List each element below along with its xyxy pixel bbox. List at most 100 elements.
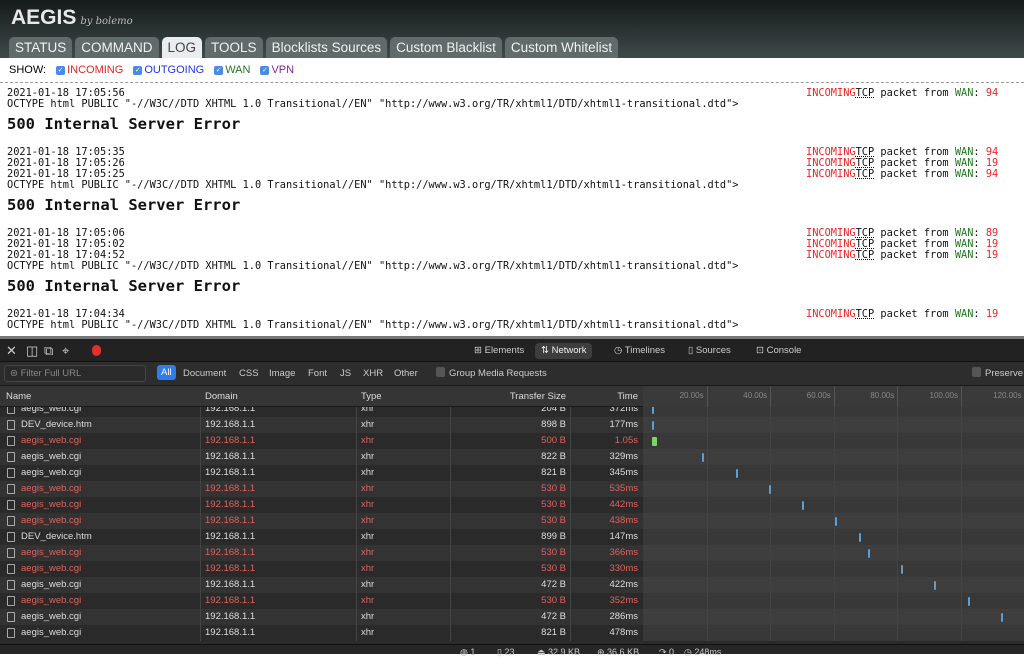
tab-custom-whitelist[interactable]: Custom Whitelist — [504, 37, 619, 58]
timing-bar[interactable] — [901, 565, 904, 574]
file-icon — [7, 500, 15, 510]
timing-bar[interactable] — [652, 437, 658, 446]
col-type[interactable]: Type — [361, 391, 382, 402]
timing-bar[interactable] — [1000, 613, 1003, 622]
undock-icon[interactable]: ⧉ — [44, 343, 53, 359]
request-row[interactable]: aegis_web.cgi 192.168.1.1 xhr 821 B 478ms — [0, 625, 1024, 641]
request-row[interactable]: aegis_web.cgi 192.168.1.1 xhr 500 B 1.05s — [0, 433, 1024, 449]
timing-bar[interactable] — [652, 421, 655, 430]
filter-wan[interactable]: ✓ WAN — [214, 64, 250, 76]
grid-line — [897, 561, 899, 577]
grid-line — [897, 465, 899, 481]
devtools-tab-console[interactable]: ⊡ Console — [750, 343, 807, 359]
devtools-tab-elements[interactable]: ⊞ Elements — [468, 343, 530, 359]
request-time: 1.05s — [614, 435, 638, 446]
dock-icon[interactable]: ◫ — [26, 343, 38, 359]
tick-line — [833, 386, 835, 407]
request-row[interactable]: aegis_web.cgi 192.168.1.1 xhr 822 B 329ms — [0, 449, 1024, 465]
entry-mid: packet from — [874, 168, 955, 180]
devtools-tab-timelines[interactable]: ◷ Timelines — [608, 343, 671, 359]
tab-blocklists-sources[interactable]: Blocklists Sources — [265, 37, 388, 58]
request-size: 899 B — [541, 531, 566, 542]
column-divider — [450, 449, 451, 465]
col-time[interactable]: Time — [570, 391, 638, 402]
request-row[interactable]: aegis_web.cgi 192.168.1.1 xhr 204 B 372ms — [0, 407, 1024, 417]
checkbox-icon[interactable]: ✓ — [56, 65, 66, 75]
column-divider — [200, 417, 201, 433]
request-domain: 192.168.1.1 — [205, 499, 256, 510]
timing-bar[interactable] — [859, 533, 862, 542]
type-filter-js[interactable]: JS — [340, 368, 351, 379]
tab-command[interactable]: COMMAND — [75, 37, 159, 58]
column-divider — [356, 465, 357, 481]
request-name: aegis_web.cgi — [21, 595, 82, 606]
tab-custom-blacklist[interactable]: Custom Blacklist — [390, 37, 502, 58]
filter-url-input[interactable]: ⊜ Filter Full URL — [4, 365, 146, 382]
timing-bar[interactable] — [867, 549, 870, 558]
tab-log[interactable]: LOG — [161, 37, 203, 58]
request-list: aegis_web.cgi 192.168.1.1 xhr 204 B 372ms DEV… — [0, 407, 1024, 644]
grid-line — [833, 465, 835, 481]
tab-status[interactable]: STATUS — [9, 37, 73, 58]
timing-bar[interactable] — [735, 469, 738, 478]
col-name[interactable]: Name — [6, 391, 31, 402]
grid-line — [961, 407, 962, 417]
type-filter-document[interactable]: Document — [183, 368, 226, 379]
crosshair-icon[interactable]: ⌖ — [62, 343, 69, 359]
request-row[interactable]: aegis_web.cgi 192.168.1.1 xhr 472 B 422ms — [0, 577, 1024, 593]
timing-bar[interactable] — [701, 453, 704, 462]
request-name: aegis_web.cgi — [21, 407, 82, 414]
request-type: xhr — [361, 435, 375, 446]
request-row[interactable]: aegis_web.cgi 192.168.1.1 xhr 530 B 366ms — [0, 545, 1024, 561]
timing-bar[interactable] — [768, 485, 771, 494]
devtools-tab-network[interactable]: ⇅ Network — [535, 343, 593, 359]
request-row[interactable]: DEV_device.htm 192.168.1.1 xhr 898 B 177ms — [0, 417, 1024, 433]
col-transfer-size[interactable]: Transfer Size — [450, 391, 566, 402]
request-row[interactable]: aegis_web.cgi 192.168.1.1 xhr 530 B 330ms — [0, 561, 1024, 577]
checkbox-icon[interactable]: ✓ — [214, 65, 224, 75]
close-icon[interactable]: ✕ — [6, 343, 17, 359]
filter-incoming[interactable]: ✓ INCOMING — [56, 64, 123, 76]
log-doctype: OCTYPE html PUBLIC "-//W3C//DTD XHTML 1.… — [7, 260, 739, 272]
type-filter-other[interactable]: Other — [394, 368, 418, 379]
error-indicator-icon[interactable] — [92, 345, 101, 356]
group-media-checkbox[interactable] — [436, 367, 445, 377]
checkbox-icon[interactable]: ✓ — [133, 65, 143, 75]
type-filter-css[interactable]: CSS — [239, 368, 259, 379]
type-filter-image[interactable]: Image — [269, 368, 295, 379]
request-row[interactable]: DEV_device.htm 192.168.1.1 xhr 899 B 147ms — [0, 529, 1024, 545]
type-filter-xhr[interactable]: XHR — [363, 368, 383, 379]
preserve-checkbox[interactable] — [972, 367, 981, 377]
filter-label: VPN — [271, 64, 295, 76]
timing-bar[interactable] — [652, 407, 655, 414]
timing-bar[interactable] — [801, 501, 804, 510]
log-entry: INCOMINGTCP packet from WAN: 94 — [806, 88, 998, 99]
request-row[interactable]: aegis_web.cgi 192.168.1.1 xhr 530 B 535ms — [0, 481, 1024, 497]
column-divider — [356, 577, 357, 593]
timing-bar[interactable] — [934, 581, 937, 590]
request-time: 478ms — [609, 627, 638, 638]
request-row[interactable]: aegis_web.cgi 192.168.1.1 xhr 530 B 438ms — [0, 513, 1024, 529]
timing-bar[interactable] — [834, 517, 837, 526]
devtools-tab-sources[interactable]: ▯ Sources — [682, 343, 737, 359]
filter-outgoing[interactable]: ✓ OUTGOING — [133, 64, 204, 76]
filter-vpn[interactable]: ✓ VPN — [260, 64, 294, 76]
column-divider — [200, 577, 201, 593]
type-filter-all[interactable]: All — [157, 365, 176, 380]
column-divider — [570, 465, 571, 481]
checkbox-icon[interactable]: ✓ — [260, 65, 270, 75]
column-divider — [200, 609, 201, 625]
tab-tools[interactable]: TOOLS — [205, 37, 263, 58]
request-name: aegis_web.cgi — [21, 547, 82, 558]
request-row[interactable]: aegis_web.cgi 192.168.1.1 xhr 821 B 345ms — [0, 465, 1024, 481]
request-time: 422ms — [609, 579, 638, 590]
request-name: aegis_web.cgi — [21, 499, 82, 510]
request-row[interactable]: aegis_web.cgi 192.168.1.1 xhr 472 B 286ms — [0, 609, 1024, 625]
type-filter-font[interactable]: Font — [308, 368, 327, 379]
grid-line — [961, 577, 962, 593]
col-domain[interactable]: Domain — [205, 391, 238, 402]
network-icon: ⇅ — [541, 345, 552, 356]
timing-bar[interactable] — [967, 597, 970, 606]
request-row[interactable]: aegis_web.cgi 192.168.1.1 xhr 530 B 352ms — [0, 593, 1024, 609]
request-row[interactable]: aegis_web.cgi 192.168.1.1 xhr 530 B 442ms — [0, 497, 1024, 513]
